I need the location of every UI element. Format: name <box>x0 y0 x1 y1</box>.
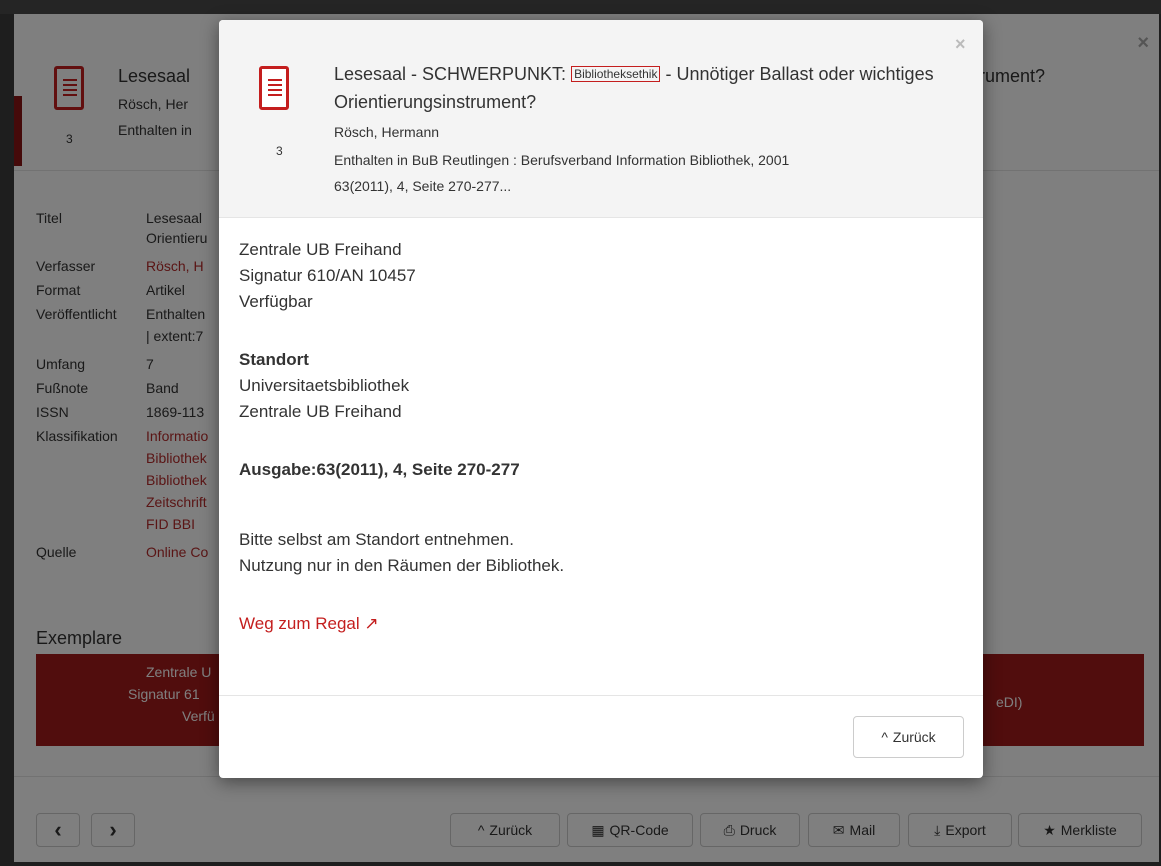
standort-line: Zentrale UB Freihand <box>239 402 402 421</box>
note-line: Bitte selbst am Standort entnehmen. <box>239 530 514 549</box>
location-line: Zentrale UB Freihand <box>239 240 402 259</box>
external-link-icon: ↗ <box>364 614 379 633</box>
standort-line: Universitaetsbibliothek <box>239 376 410 395</box>
shelf-link[interactable]: Weg zum Regal ↗ <box>239 612 379 636</box>
note-line: Nutzung nur in den Räumen der Bibliothek… <box>239 556 565 575</box>
availability-modal: 3 Lesesaal - SCHWERPUNKT: Bibliothekseth… <box>219 20 983 778</box>
modal-header: 3 Lesesaal - SCHWERPUNKT: Bibliothekseth… <box>219 20 983 218</box>
document-icon <box>259 66 289 110</box>
chevron-up-icon: ^ <box>881 729 888 745</box>
modal-author: Rösch, Hermann <box>334 124 440 140</box>
modal-issue: 63(2011), 4, Seite 270-277... <box>334 178 512 194</box>
copy-count: 3 <box>276 144 283 158</box>
modal-contains: Enthalten in BuB Reutlingen : Berufsverb… <box>334 152 790 168</box>
modal-title: Lesesaal - SCHWERPUNKT: Bibliotheksethik… <box>334 64 934 112</box>
standort-heading: Standort <box>239 350 309 369</box>
back-button[interactable]: ^Zurück <box>853 716 964 758</box>
subject-tag[interactable]: Bibliotheksethik <box>571 66 661 82</box>
call-number: Signatur 610/AN 10457 <box>239 266 416 285</box>
modal-footer: ^ Zurück <box>219 695 983 778</box>
ausgabe-text: Ausgabe:63(2011), 4, Seite 270-277 <box>239 460 520 479</box>
availability-status: Verfügbar <box>239 292 313 311</box>
close-icon[interactable]: × <box>955 34 966 55</box>
